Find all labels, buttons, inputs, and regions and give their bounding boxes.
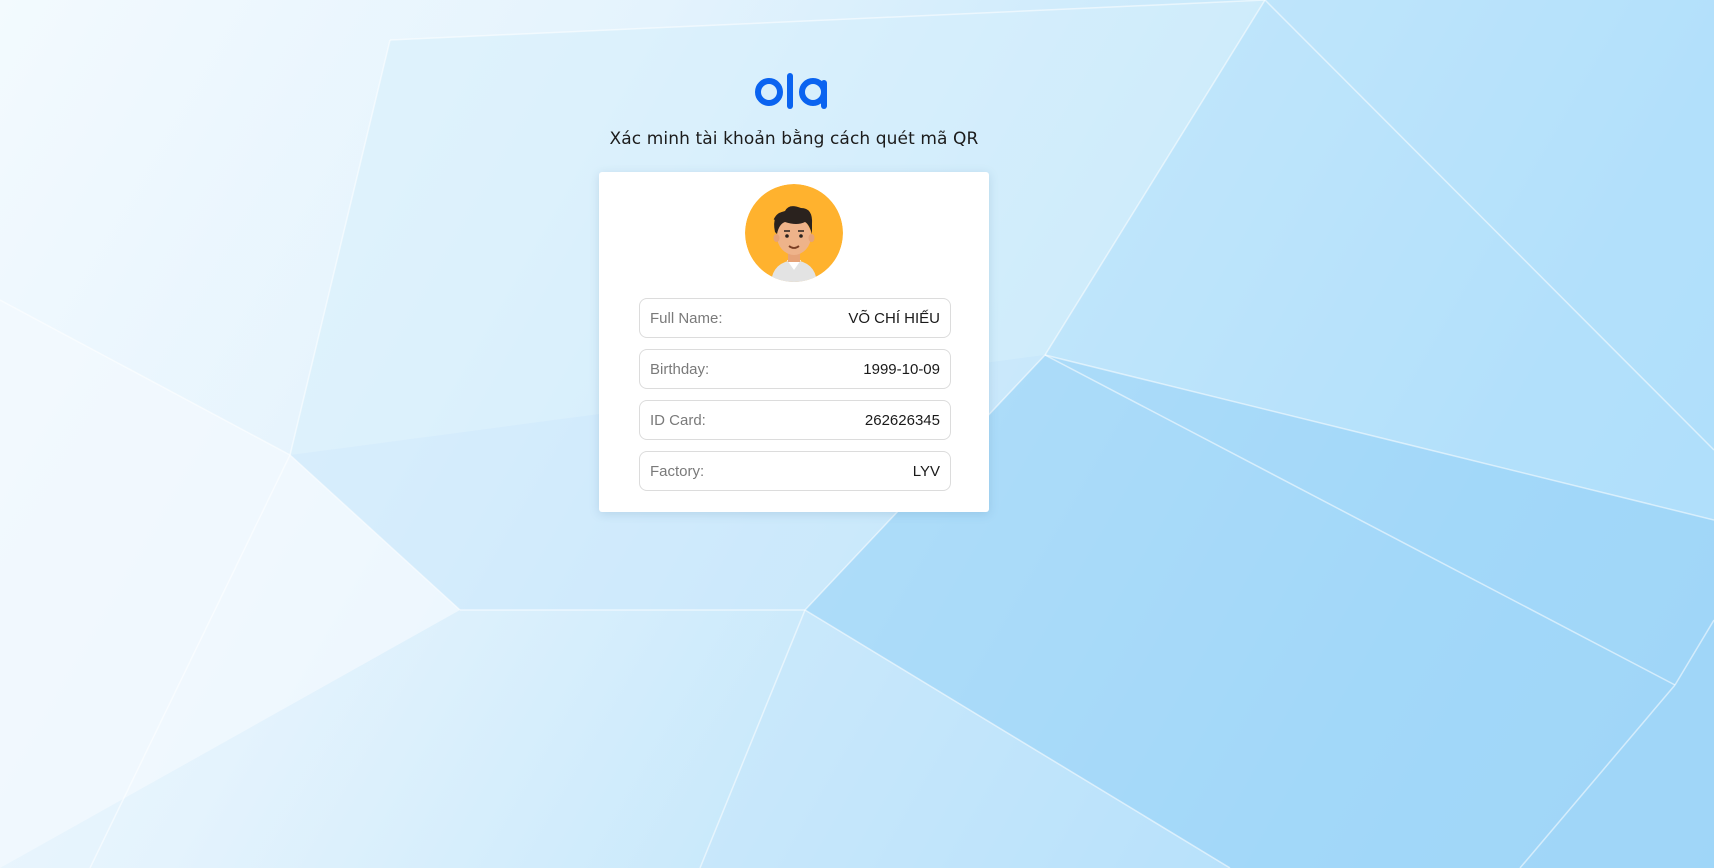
factory-value: LYV bbox=[912, 462, 940, 480]
full-name-field: Full Name: VÕ CHÍ HIẾU bbox=[639, 298, 951, 338]
user-avatar-icon bbox=[745, 184, 843, 282]
birthday-field: Birthday: 1999-10-09 bbox=[639, 349, 951, 389]
id-card-label: ID Card: bbox=[650, 411, 706, 429]
page-subtitle: Xác minh tài khoản bằng cách quét mã QR bbox=[609, 129, 979, 149]
birthday-label: Birthday: bbox=[650, 360, 710, 378]
page-header: Xác minh tài khoản bằng cách quét mã QR bbox=[0, 70, 1588, 149]
factory-field: Factory: LYV bbox=[639, 451, 951, 491]
birthday-value: 1999-10-09 bbox=[863, 360, 940, 378]
full-name-value: VÕ CHÍ HIẾU bbox=[848, 309, 940, 327]
full-name-label: Full Name: bbox=[650, 309, 723, 327]
id-card-value: 262626345 bbox=[864, 411, 940, 429]
id-card-field: ID Card: 262626345 bbox=[639, 400, 951, 440]
ola-logo bbox=[755, 73, 827, 109]
factory-label: Factory: bbox=[650, 462, 705, 480]
profile-card: Full Name: VÕ CHÍ HIẾU Birthday: 1999-10… bbox=[599, 172, 989, 512]
